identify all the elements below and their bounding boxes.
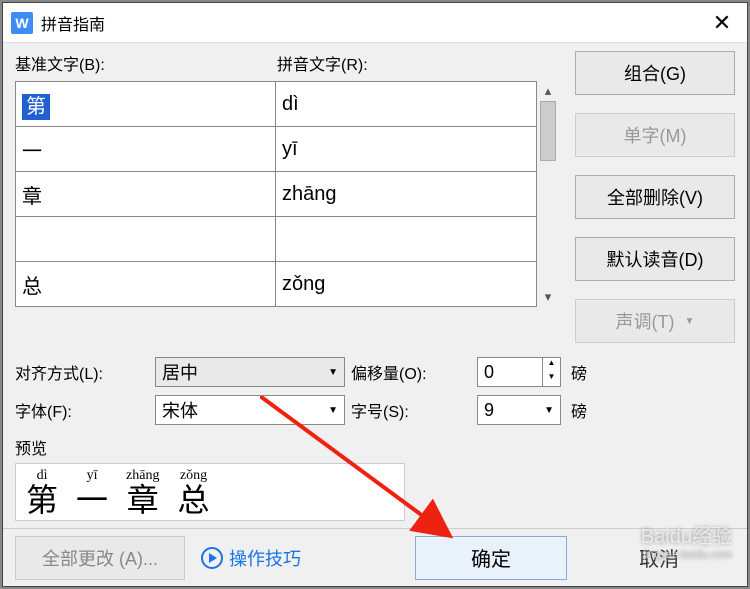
ruby-cell[interactable]: zǒng [276,262,537,307]
ok-button[interactable]: 确定 [415,536,567,580]
base-cell[interactable]: 总 [16,262,276,307]
offset-value: 0 [484,362,494,383]
table-row: 总 zǒng [16,262,537,307]
ruby-text-label: 拼音文字(R): [277,51,563,75]
tips-label: 操作技巧 [229,545,301,571]
size-unit: 磅 [571,398,587,422]
base-cell[interactable]: 章 [16,172,276,217]
upper-area: 基准文字(B): 拼音文字(R): 第 dì 一 yī [15,51,735,343]
preview-label: 预览 [15,435,735,459]
offset-spinner[interactable]: 0 ▲▼ [477,357,561,387]
table-row: 第 dì [16,82,537,127]
cancel-button[interactable]: 取消 [583,536,735,580]
align-select[interactable]: 居中 ▼ [155,357,345,387]
tone-button-label: 声调(T) [616,308,675,334]
change-all-button: 全部更改 (A)... [15,536,185,580]
size-value: 9 [484,400,494,421]
combine-button[interactable]: 组合(G) [575,51,735,95]
scroll-thumb[interactable] [540,101,556,161]
ruby-cell[interactable]: dì [276,82,537,127]
table-scrollbar[interactable]: ▴ ▾ [537,81,559,307]
tips-link[interactable]: 操作技巧 [201,545,301,571]
chevron-down-icon: ▼ [328,405,338,416]
chevron-down-icon: ▼ [328,367,338,378]
font-value: 宋体 [162,397,198,423]
offset-label: 偏移量(O): [351,360,471,384]
font-select[interactable]: 宋体 ▼ [155,395,345,425]
base-cell[interactable] [16,217,276,262]
size-label: 字号(S): [351,398,471,422]
font-label: 字体(F): [15,398,149,422]
app-icon: W [11,12,33,34]
table-area: 基准文字(B): 拼音文字(R): 第 dì 一 yī [15,51,563,343]
pinyin-table: 第 dì 一 yī 章 zhāng [15,81,537,307]
table-row: 章 zhāng [16,172,537,217]
spin-down-icon[interactable]: ▼ [542,372,560,386]
table-headers: 基准文字(B): 拼音文字(R): [15,51,563,75]
table-row: 一 yī [16,127,537,172]
ruby-cell[interactable] [276,217,537,262]
default-reading-button[interactable]: 默认读音(D) [575,237,735,281]
chevron-down-icon: ▼ [544,405,554,416]
play-icon [201,547,223,569]
spin-up-icon[interactable]: ▲ [542,358,560,372]
tone-button: 声调(T) ▼ [575,299,735,343]
footer: 全部更改 (A)... 操作技巧 确定 取消 [3,528,747,586]
window-title: 拼音指南 [41,11,697,35]
offset-unit: 磅 [571,360,587,384]
scroll-down-icon[interactable]: ▾ [545,289,552,305]
preview-ruby-item: zǒng 总 [177,468,209,516]
align-label: 对齐方式(L): [15,360,149,384]
base-cell[interactable]: 一 [16,127,276,172]
dialog-pinyin-guide: W 拼音指南 ✕ 基准文字(B): 拼音文字(R): 第 dì 一 [2,2,748,587]
ruby-cell[interactable]: yī [276,127,537,172]
side-buttons: 组合(G) 单字(M) 全部删除(V) 默认读音(D) 声调(T) ▼ [575,51,735,343]
clear-all-button[interactable]: 全部删除(V) [575,175,735,219]
titlebar: W 拼音指南 ✕ [3,3,747,43]
preview-ruby-item: dì 第 [26,468,58,516]
base-text-label: 基准文字(B): [15,51,277,75]
preview-box: dì 第 yī 一 zhāng 章 zǒng 总 [15,463,405,521]
preview-ruby-item: yī 一 [76,468,108,516]
scroll-up-icon[interactable]: ▴ [545,83,552,99]
table-row [16,217,537,262]
ruby-cell[interactable]: zhāng [276,172,537,217]
chevron-down-icon: ▼ [685,316,695,327]
mono-button: 单字(M) [575,113,735,157]
close-button[interactable]: ✕ [697,3,747,43]
base-cell[interactable]: 第 [22,94,50,120]
preview-ruby-item: zhāng 章 [126,468,159,516]
dialog-body: 基准文字(B): 拼音文字(R): 第 dì 一 yī [3,43,747,528]
align-value: 居中 [162,359,198,385]
size-select[interactable]: 9 ▼ [477,395,561,425]
form-rows: 对齐方式(L): 居中 ▼ 偏移量(O): 0 ▲▼ 磅 字体(F): 宋体 ▼ [15,353,735,429]
